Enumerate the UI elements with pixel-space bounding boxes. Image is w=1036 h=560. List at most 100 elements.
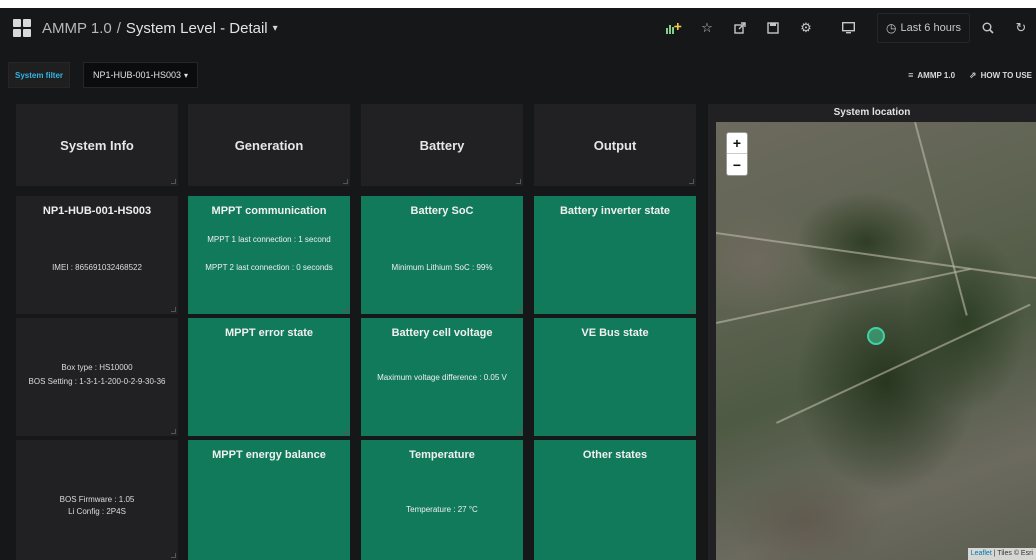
folder-name[interactable]: AMMP 1.0 — [42, 20, 112, 37]
resize-handle[interactable] — [516, 179, 521, 184]
box-type-text: Box type : HS10000 — [61, 363, 133, 372]
link-ammp-label: AMMP 1.0 — [917, 70, 956, 80]
resize-handle[interactable] — [689, 307, 694, 312]
map-zoom-control: + − — [726, 132, 748, 176]
temperature-value: Temperature : 27 °C — [406, 505, 478, 514]
resize-handle[interactable] — [689, 179, 694, 184]
bos-firmware-text: BOS Firmware : 1.05 — [59, 495, 135, 504]
header-generation: Generation — [188, 104, 350, 186]
save-icon — [767, 22, 779, 34]
settings-button[interactable]: ⚙ — [790, 13, 821, 43]
star-icon: ☆ — [701, 20, 713, 35]
header-battery: Battery — [361, 104, 523, 186]
mppt-communication-title: MPPT communication — [211, 205, 327, 217]
refresh-button[interactable]: ↻ — [1006, 13, 1036, 43]
caret-down-icon: ▾ — [184, 70, 189, 80]
bos-setting-text: BOS Setting : 1-3-1-1-200-0-2-9-30-36 — [28, 377, 166, 386]
star-button[interactable]: ☆ — [691, 13, 722, 43]
tv-mode-button[interactable] — [833, 13, 864, 43]
resize-handle[interactable] — [343, 179, 348, 184]
panel-battery-soc: Battery SoC Minimum Lithium SoC : 99% — [361, 196, 523, 314]
link-ammp[interactable]: ≡ AMMP 1.0 — [908, 70, 955, 80]
mppt-error-state-title: MPPT error state — [224, 327, 314, 339]
satellite-map[interactable]: + − Leaflet | Tiles © Esri — [716, 122, 1036, 560]
resize-handle[interactable] — [343, 307, 348, 312]
dashboard-title-picker[interactable]: AMMP 1.0 / System Level - Detail ▾ — [42, 20, 278, 37]
panel-mppt-energy-balance: MPPT energy balance — [188, 440, 350, 560]
resize-handle[interactable] — [516, 307, 521, 312]
resize-handle[interactable] — [171, 553, 176, 558]
panel-battery-inverter-state: Battery inverter state — [534, 196, 696, 314]
dashboard-app: AMMP 1.0 / System Level - Detail ▾ ☆ ⚙ ◷… — [0, 8, 1036, 560]
battery-cell-voltage-title: Battery cell voltage — [391, 327, 493, 339]
system-location-title: System location — [833, 107, 911, 118]
resize-handle[interactable] — [516, 429, 521, 434]
system-filter-label: System filter — [8, 62, 71, 88]
map-road — [914, 122, 968, 316]
li-config-text: Li Config : 2P4S — [68, 507, 126, 516]
leaflet-link[interactable]: Leaflet — [971, 550, 992, 557]
mppt1-text: MPPT 1 last connection : 1 second — [207, 235, 331, 244]
resize-handle[interactable] — [171, 179, 176, 184]
dashboard-grid-icon[interactable] — [13, 19, 31, 37]
dashboard-links: ≡ AMMP 1.0 ⇗ HOW TO USE — [894, 62, 1032, 88]
resize-handle[interactable] — [171, 429, 176, 434]
panel-box-info: Box type : HS10000 BOS Setting : 1-3-1-1… — [16, 318, 178, 436]
battery-inverter-state-title: Battery inverter state — [559, 205, 671, 217]
imei-text: IMEI : 865691032468522 — [52, 263, 142, 272]
system-filter-value: NP1-HUB-001-HS003 — [93, 70, 182, 80]
panel-mppt-communication: MPPT communication MPPT 1 last connectio… — [188, 196, 350, 314]
panel-battery-cell-voltage: Battery cell voltage Maximum voltage dif… — [361, 318, 523, 436]
battery-cell-voltage-value: Maximum voltage difference : 0.05 V — [377, 373, 507, 382]
add-panel-button[interactable] — [658, 13, 689, 43]
refresh-icon: ↻ — [1015, 20, 1027, 35]
save-button[interactable] — [757, 13, 788, 43]
dashboard-title[interactable]: System Level - Detail — [126, 20, 268, 37]
battery-soc-value: Minimum Lithium SoC : 99% — [391, 263, 493, 272]
header-output-label: Output — [593, 137, 637, 153]
add-panel-icon — [665, 23, 682, 34]
mppt-energy-balance-title: MPPT energy balance — [212, 449, 326, 461]
system-filter-select[interactable]: NP1-HUB-001-HS003 ▾ — [83, 62, 199, 88]
header-battery-label: Battery — [419, 137, 465, 153]
link-how-to-use[interactable]: ⇗ HOW TO USE — [969, 70, 1032, 81]
title-separator: / — [116, 19, 121, 37]
zoom-out-button[interactable] — [973, 13, 1003, 43]
header-system-info-label: System Info — [60, 137, 134, 153]
ve-bus-state-title: VE Bus state — [581, 327, 649, 339]
clock-icon: ◷ — [885, 21, 897, 35]
variables-row: System filter NP1-HUB-001-HS003 ▾ ≡ AMMP… — [0, 60, 1036, 90]
tiles-attribution: | Tiles © Esri — [991, 550, 1033, 557]
panel-system-location: System location + − Leaflet | Tiles © Es… — [708, 104, 1036, 560]
system-id-title: NP1-HUB-001-HS003 — [42, 205, 152, 217]
list-icon: ≡ — [908, 70, 914, 80]
panel-system-id: NP1-HUB-001-HS003 IMEI : 865691032468522 — [16, 196, 178, 314]
time-range-label: Last 6 hours — [900, 22, 961, 34]
panel-temperature: Temperature Temperature : 27 °C — [361, 440, 523, 560]
mppt2-text: MPPT 2 last connection : 0 seconds — [205, 263, 333, 272]
tv-mode-icon — [842, 22, 856, 34]
system-location-marker[interactable] — [867, 327, 885, 345]
header-output: Output — [534, 104, 696, 186]
external-link-icon: ⇗ — [969, 69, 977, 80]
share-button[interactable] — [724, 13, 755, 43]
other-states-title: Other states — [582, 449, 648, 461]
resize-handle[interactable] — [343, 429, 348, 434]
panel-mppt-error-state: MPPT error state — [188, 318, 350, 436]
map-road — [776, 303, 1031, 424]
resize-handle[interactable] — [689, 429, 694, 434]
panel-firmware-info: BOS Firmware : 1.05 Li Config : 2P4S — [16, 440, 178, 560]
header-generation-label: Generation — [234, 137, 304, 153]
settings-icon: ⚙ — [800, 20, 812, 35]
zoom-out-map-button[interactable]: − — [727, 154, 747, 175]
resize-handle[interactable] — [171, 307, 176, 312]
caret-down-icon[interactable]: ▾ — [273, 23, 278, 34]
header-system-info: System Info — [16, 104, 178, 186]
top-navbar: AMMP 1.0 / System Level - Detail ▾ ☆ ⚙ ◷… — [0, 8, 1036, 48]
zoom-in-button[interactable]: + — [727, 133, 747, 154]
zoom-out-icon — [982, 22, 994, 34]
time-range-picker[interactable]: ◷ Last 6 hours — [876, 13, 970, 43]
panel-other-states: Other states — [534, 440, 696, 560]
link-how-to-use-label: HOW TO USE — [980, 70, 1032, 80]
panel-ve-bus-state: VE Bus state — [534, 318, 696, 436]
